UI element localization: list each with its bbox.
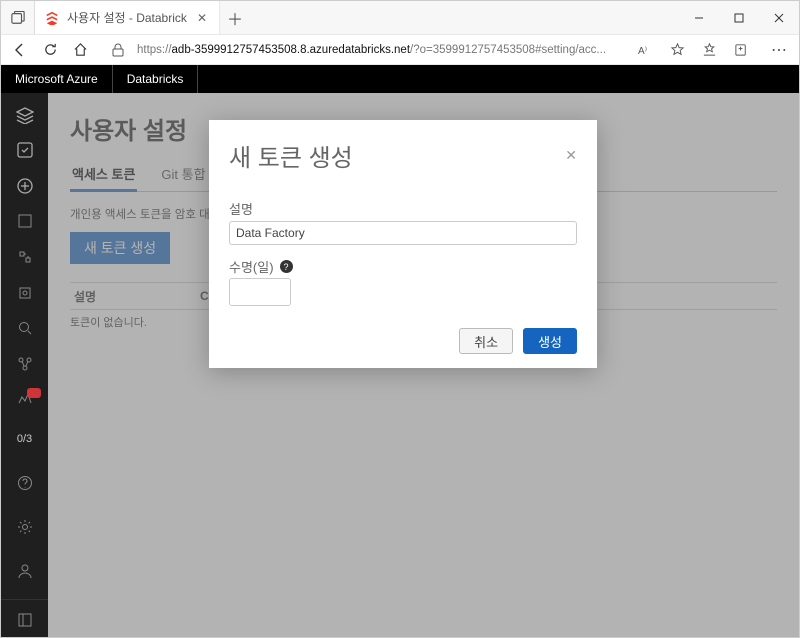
url-path: /?o=3599912757453508#setting/acc... [410,44,606,56]
back-button[interactable] [9,39,31,61]
url-host: adb-3599912757453508.8.azuredatabricks.n… [172,44,411,56]
tabs-button[interactable] [1,1,35,34]
tab-close-button[interactable]: ✕ [195,9,209,27]
nav-databricks[interactable]: Databricks [113,65,199,93]
sidebar-item-catalog[interactable] [9,350,41,378]
new-tab-button[interactable]: ＋ [220,6,250,30]
sidebar-item-settings[interactable] [9,511,41,543]
sidebar-item-compute[interactable] [9,279,41,307]
sidebar-item-recents[interactable] [9,137,41,165]
lifetime-label: 수명(일) [229,257,274,276]
favorites-list-button[interactable] [697,39,721,61]
sidebar-item-help[interactable] [9,467,41,499]
maximize-button[interactable] [719,6,759,30]
home-button[interactable] [69,39,91,61]
url-field[interactable]: https://adb-3599912757453508.8.azuredata… [137,39,625,61]
sidebar: 0/3 [1,93,48,637]
svg-text:A⁾: A⁾ [638,46,647,57]
read-aloud-button[interactable]: A⁾ [633,39,657,61]
create-token-modal: 새 토큰 생성 ✕ 설명 수명(일) ? 취소 생성 [209,120,597,368]
modal-close-button[interactable]: ✕ [565,147,577,164]
tab-title: 사용자 설정 - Databricks [67,9,187,26]
cancel-button[interactable]: 취소 [459,328,513,354]
sidebar-item-workspace[interactable] [9,101,41,129]
sidebar-item-user[interactable] [9,555,41,587]
comment-label: 설명 [229,199,577,218]
sidebar-item-search[interactable] [9,314,41,342]
modal-title: 새 토큰 생성 [229,138,353,173]
address-bar: https://adb-3599912757453508.8.azuredata… [1,35,799,65]
close-window-button[interactable] [759,6,799,30]
sidebar-item-create[interactable] [9,172,41,200]
sidebar-progress[interactable]: 0/3 [9,423,41,455]
comment-input[interactable] [229,221,577,245]
sidebar-item-data[interactable] [9,208,41,236]
nav-azure[interactable]: Microsoft Azure [1,65,113,93]
sidebar-item-expand[interactable] [1,599,48,631]
tabs-icon [11,11,25,25]
sidebar-item-workflows[interactable] [9,243,41,271]
minimize-button[interactable] [679,6,719,30]
lifetime-input[interactable] [229,278,291,306]
window-controls [679,6,799,30]
lock-icon[interactable] [107,39,129,61]
refresh-button[interactable] [39,39,61,61]
help-icon[interactable]: ? [280,260,293,273]
top-nav: Microsoft Azure Databricks [1,65,799,93]
browser-tab[interactable]: 사용자 설정 - Databricks ✕ [35,1,220,34]
window-titlebar: 사용자 설정 - Databricks ✕ ＋ [1,1,799,35]
databricks-favicon-icon [45,11,59,25]
more-button[interactable]: ⋯ [767,39,791,61]
collections-button[interactable] [729,39,753,61]
create-button[interactable]: 생성 [523,328,577,354]
favorite-button[interactable] [665,39,689,61]
sidebar-item-experiments[interactable] [9,386,41,414]
